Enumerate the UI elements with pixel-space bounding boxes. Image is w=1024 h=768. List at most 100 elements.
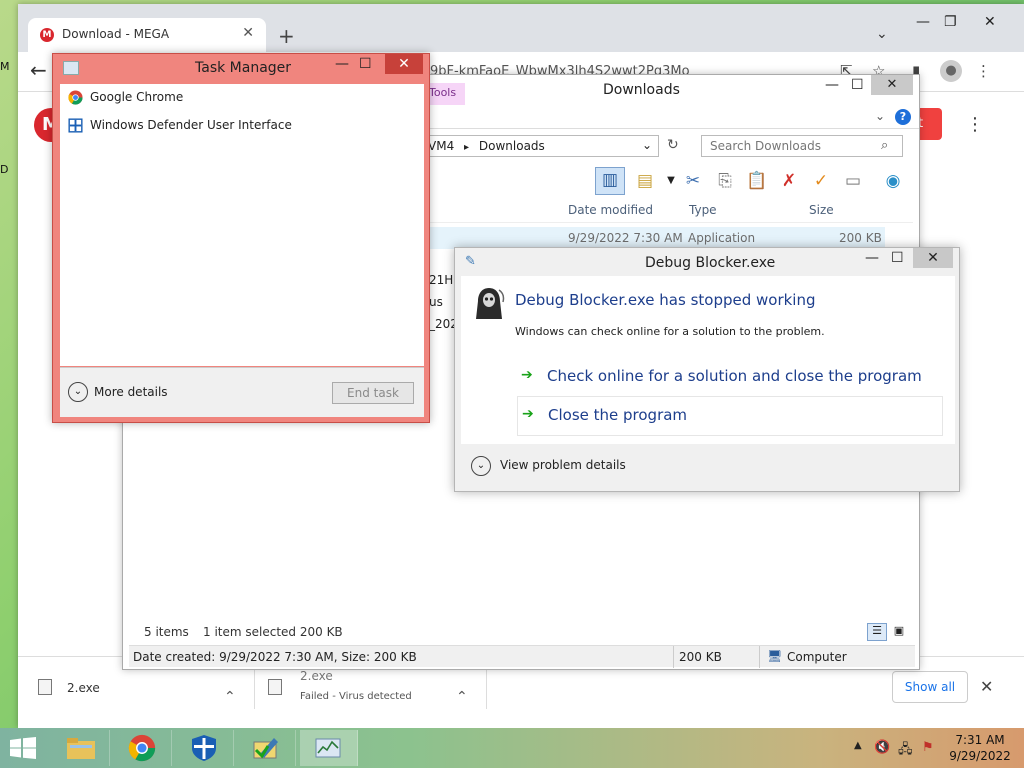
- download-item[interactable]: 2.exe ⌃: [18, 669, 254, 709]
- end-task-button[interactable]: End task: [332, 382, 414, 404]
- tab-title: Download - MEGA: [62, 27, 170, 41]
- back-arrow-icon[interactable]: ←: [30, 58, 47, 82]
- download-item[interactable]: 2.exe ⌃: [254, 669, 486, 709]
- taskbar-chrome[interactable]: [114, 730, 172, 766]
- mega-favicon-icon: M: [40, 28, 54, 42]
- taskbar-explorer[interactable]: [52, 730, 110, 766]
- network-icon[interactable]: 🖧: [898, 740, 913, 762]
- check-icon[interactable]: ✓: [809, 169, 833, 193]
- minimize-icon[interactable]: —: [825, 77, 839, 93]
- taskbar-task-manager[interactable]: [300, 730, 358, 766]
- maximize-icon[interactable]: ☐: [891, 250, 904, 266]
- delete-icon[interactable]: ✗: [777, 169, 801, 193]
- address-dropdown-icon[interactable]: ⌄: [642, 138, 652, 152]
- tools-tab[interactable]: Tools: [425, 83, 465, 105]
- taskbar-defender[interactable]: [176, 730, 234, 766]
- browser-tab[interactable]: M Download - MEGA ✕: [28, 18, 266, 52]
- start-button[interactable]: [8, 737, 38, 759]
- details-location: Computer: [787, 650, 847, 664]
- address-segment[interactable]: Downloads: [479, 139, 545, 153]
- tray-overflow-icon[interactable]: ▲: [854, 740, 862, 751]
- computer-icon: 🖥: [767, 649, 783, 663]
- large-icons-view-icon[interactable]: ▣: [889, 623, 909, 641]
- divider: [759, 646, 760, 668]
- help-icon[interactable]: ?: [895, 109, 911, 125]
- task-manager-footer: ⌄ More details End task: [60, 367, 424, 417]
- table-row[interactable]: 9/29/2022 7:30 AM Application 200 KB: [423, 227, 885, 249]
- chevron-up-icon[interactable]: ⌃: [456, 689, 468, 705]
- column-size[interactable]: Size: [809, 203, 834, 217]
- task-manager-window: Task Manager — ☐ ✕ Google Chrome Windows…: [52, 53, 430, 423]
- tab-close-icon[interactable]: ✕: [242, 25, 254, 41]
- details-view-icon[interactable]: ☰: [867, 623, 887, 641]
- minimize-icon[interactable]: —: [865, 250, 879, 266]
- chrome-icon: [68, 90, 83, 105]
- details-created: Date created: 9/29/2022 7:30 AM, Size: 2…: [133, 650, 417, 664]
- page-menu-icon[interactable]: ⋮: [966, 114, 984, 135]
- green-arrow-icon: ➔: [521, 367, 533, 383]
- globe-icon[interactable]: ◉: [881, 169, 905, 193]
- show-all-button[interactable]: Show all: [892, 671, 968, 703]
- cell-date: 9/29/2022 7:30 AM: [568, 231, 683, 245]
- task-manager-icon: [315, 738, 341, 758]
- close-icon[interactable]: ✕: [984, 14, 996, 30]
- defender-shield-icon: [192, 735, 216, 761]
- download-status: Failed - Virus detected: [300, 691, 412, 702]
- check-online-option[interactable]: ➔ Check online for a solution and close …: [517, 358, 943, 396]
- app-name: Google Chrome: [90, 90, 184, 104]
- new-tab-button[interactable]: +: [278, 24, 295, 48]
- preview-pane-icon[interactable]: ▥: [595, 167, 625, 195]
- ribbon-expand-chevron-icon[interactable]: ⌄: [875, 109, 885, 123]
- close-icon[interactable]: ✕: [913, 248, 953, 268]
- taskbar-debug-blocker[interactable]: [238, 730, 296, 766]
- view-problem-details-link[interactable]: View problem details: [500, 458, 626, 472]
- chrome-icon: [128, 734, 156, 762]
- close-icon[interactable]: ✕: [385, 54, 423, 74]
- refresh-icon[interactable]: ↻: [667, 137, 679, 153]
- properties-icon[interactable]: ▤: [633, 169, 657, 193]
- cut-icon[interactable]: ✂: [681, 169, 705, 193]
- search-icon: ⌕: [881, 138, 889, 153]
- app-list: Google Chrome Windows Defender User Inte…: [60, 84, 424, 366]
- download-name: 2.exe: [67, 681, 100, 695]
- minimize-icon[interactable]: —: [916, 14, 930, 30]
- paste-icon[interactable]: 📋: [745, 169, 769, 193]
- rename-icon[interactable]: ▭: [841, 169, 865, 193]
- profile-avatar-icon[interactable]: ●: [940, 60, 962, 82]
- clock-date: 9/29/2022: [949, 749, 1011, 763]
- tab-search-chevron-icon[interactable]: ⌄: [876, 26, 888, 42]
- desktop-icon-edge: M: [0, 60, 10, 73]
- maximize-icon[interactable]: ☐: [851, 77, 864, 93]
- close-icon[interactable]: ✕: [871, 75, 913, 95]
- dialog-heading: Debug Blocker.exe has stopped working: [515, 291, 816, 309]
- column-date-modified[interactable]: Date modified: [568, 203, 653, 217]
- chrome-tab-strip: M Download - MEGA ✕ + ⌄ — ❐ ✕: [18, 4, 1024, 52]
- desktop-icon-edge: D: [0, 163, 9, 176]
- option-label: Check online for a solution and close th…: [547, 367, 922, 385]
- close-program-option[interactable]: ➔ Close the program: [517, 396, 943, 436]
- minimize-icon[interactable]: —: [335, 56, 349, 72]
- shelf-close-icon[interactable]: ✕: [980, 677, 993, 696]
- download-name: 2.exe: [300, 669, 333, 683]
- green-arrow-icon: ➔: [522, 406, 534, 422]
- volume-muted-icon[interactable]: 🔇: [874, 740, 890, 755]
- chrome-menu-icon[interactable]: ⋮: [976, 62, 991, 80]
- clock[interactable]: 7:31 AM 9/29/2022: [948, 732, 1012, 764]
- breadcrumb-chevron-icon[interactable]: ▸: [464, 142, 469, 153]
- address-bar[interactable]: VM4 ▸ Downloads ⌄: [423, 135, 659, 157]
- search-input[interactable]: Search Downloads: [701, 135, 903, 157]
- chevron-down-icon[interactable]: ⌄: [68, 382, 88, 402]
- more-details-link[interactable]: More details: [94, 385, 168, 399]
- details-size: 200 KB: [679, 650, 722, 664]
- dropdown-icon[interactable]: ▼: [659, 169, 683, 193]
- maximize-icon[interactable]: ☐: [359, 56, 372, 72]
- chevron-down-icon[interactable]: ⌄: [471, 456, 491, 476]
- column-type[interactable]: Type: [689, 203, 717, 217]
- address-segment[interactable]: VM4: [428, 139, 454, 153]
- action-center-alert-icon[interactable]: ⚑: [922, 740, 934, 755]
- chevron-up-icon[interactable]: ⌃: [224, 689, 236, 705]
- option-label: Close the program: [548, 406, 688, 424]
- divider: [673, 646, 674, 668]
- maximize-icon[interactable]: ❐: [944, 14, 957, 30]
- copy-icon[interactable]: ⎘: [713, 169, 737, 193]
